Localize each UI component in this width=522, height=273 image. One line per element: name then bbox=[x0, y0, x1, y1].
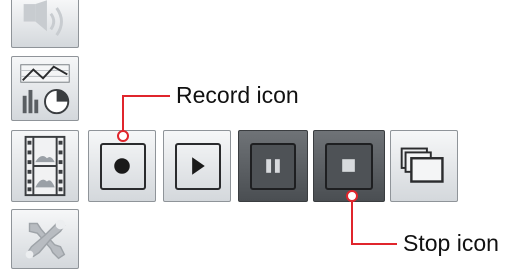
stop-callout-label: Stop icon bbox=[403, 230, 499, 256]
tools-icon bbox=[25, 219, 66, 260]
stop-callout-line-vertical bbox=[351, 200, 353, 244]
windows-button[interactable] bbox=[390, 130, 458, 202]
stop-callout-line-horizontal bbox=[351, 243, 397, 245]
record-callout-marker bbox=[117, 130, 129, 142]
film-icon bbox=[24, 135, 66, 197]
speaker-icon bbox=[23, 0, 63, 36]
record-callout-label: Record icon bbox=[176, 82, 299, 108]
pause-button[interactable] bbox=[238, 130, 308, 202]
windows-icon bbox=[400, 147, 444, 183]
record-callout-line-vertical bbox=[122, 95, 124, 135]
pause-icon bbox=[266, 159, 280, 173]
sidebar-item-chart[interactable] bbox=[11, 56, 79, 121]
sidebar-item-video[interactable] bbox=[11, 130, 79, 202]
sidebar-item-audio[interactable] bbox=[11, 0, 79, 48]
play-button[interactable] bbox=[163, 130, 231, 202]
sidebar-item-settings[interactable] bbox=[11, 209, 79, 269]
record-callout-line-horizontal bbox=[122, 95, 170, 97]
play-icon bbox=[192, 157, 205, 175]
chart-icon bbox=[20, 64, 70, 115]
